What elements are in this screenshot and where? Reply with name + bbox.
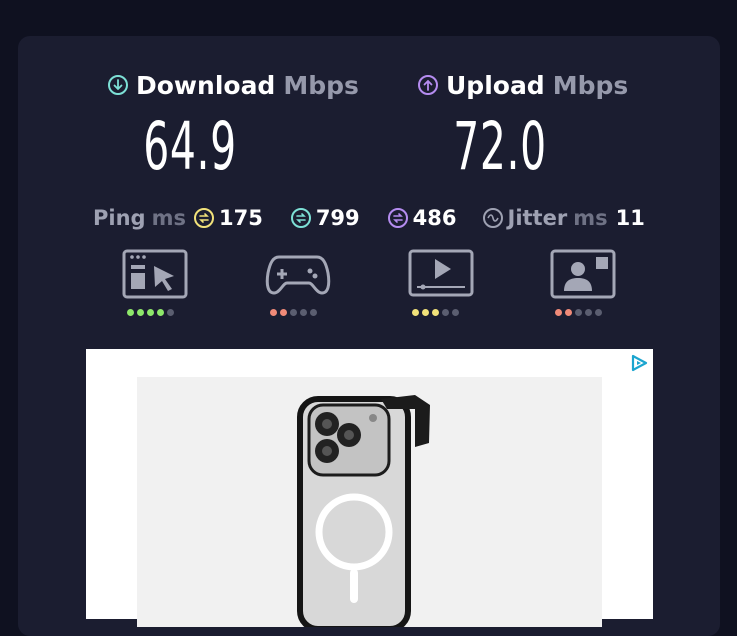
rating-dot <box>595 309 602 316</box>
rating-dot <box>147 309 154 316</box>
rating-dot <box>432 309 439 316</box>
upload-label: Upload <box>446 70 545 100</box>
rating-dot <box>310 309 317 316</box>
download-arrow-icon <box>108 75 128 95</box>
rating-dot <box>412 309 419 316</box>
video-streaming-icon <box>408 249 474 299</box>
jitter-value: 11 <box>615 206 645 230</box>
rating-dot <box>442 309 449 316</box>
ping-idle-icon <box>193 208 214 228</box>
ping-upload-value: 486 <box>412 206 457 230</box>
gaming-icon <box>265 249 331 299</box>
rating-dot <box>585 309 592 316</box>
advertisement[interactable] <box>86 349 653 632</box>
download-header: Download Mbps <box>108 70 359 100</box>
rating-dot <box>422 309 429 316</box>
jitter-label: Jitter <box>507 206 568 230</box>
ad-choices-icon[interactable] <box>629 353 649 373</box>
latency-stats: Ping ms 175 799 486 Jitter ms 11 <box>93 203 693 233</box>
browsing-icon <box>122 249 188 299</box>
ping-idle-value: 175 <box>218 206 263 230</box>
ping-upload-icon <box>387 208 408 228</box>
upload-arrow-icon <box>418 75 438 95</box>
rating-dot <box>555 309 562 316</box>
video-streaming-rating <box>412 309 459 316</box>
rating-dot <box>127 309 134 316</box>
phone-case-image[interactable] <box>137 377 602 632</box>
video-call-rating <box>555 309 602 316</box>
download-label: Download <box>136 70 276 100</box>
upload-speed-value: 72.0 <box>453 108 547 185</box>
rating-dot <box>452 309 459 316</box>
ping-download-value: 799 <box>315 206 360 230</box>
video-call-icon <box>550 249 616 299</box>
rating-dot <box>575 309 582 316</box>
rating-dot <box>565 309 572 316</box>
gaming-rating <box>270 309 317 316</box>
rating-dot <box>167 309 174 316</box>
download-unit: Mbps <box>283 70 359 100</box>
jitter-unit: ms <box>573 206 608 230</box>
rating-dot <box>157 309 164 316</box>
upload-unit: Mbps <box>552 70 629 100</box>
rating-dot <box>290 309 297 316</box>
rating-dot <box>270 309 277 316</box>
upload-header: Upload Mbps <box>418 70 628 100</box>
ping-download-icon <box>290 208 311 228</box>
download-speed-value: 64.9 <box>143 108 237 185</box>
rating-dot <box>137 309 144 316</box>
browsing-rating <box>127 309 174 316</box>
rating-dot <box>300 309 307 316</box>
ping-label: Ping <box>93 206 146 230</box>
rating-dot <box>280 309 287 316</box>
ping-unit: ms <box>151 206 186 230</box>
jitter-icon <box>482 208 503 228</box>
